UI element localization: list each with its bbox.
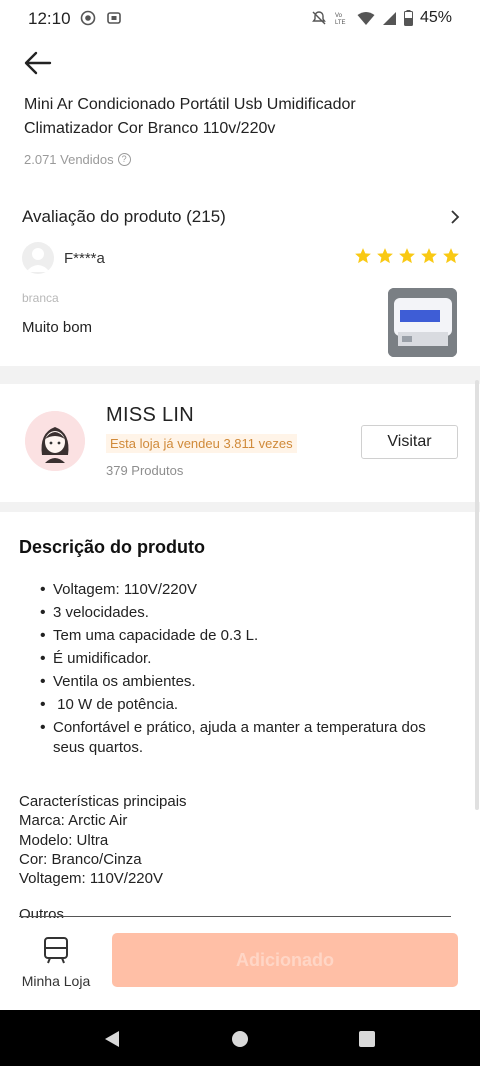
store-name: MISS LIN — [106, 404, 194, 426]
list-item: Voltagem: 110V/220V — [40, 580, 450, 600]
store-card: MISS LIN Esta loja já vendeu 3.811 vezes… — [0, 384, 480, 502]
star-icon — [355, 248, 371, 264]
reviewer-name: F****a — [64, 249, 105, 267]
scrollbar[interactable] — [475, 380, 479, 810]
wifi-icon — [357, 11, 375, 25]
volte-icon: VoLTE — [335, 13, 346, 26]
added-button[interactable]: Adicionado — [112, 933, 458, 987]
sold-count-text: 2.071 Vendidos — [24, 152, 114, 167]
mute-icon — [312, 11, 326, 25]
svg-text:LTE: LTE — [335, 20, 346, 26]
system-nav-bar — [0, 1010, 480, 1066]
reviews-title: Avaliação do produto (215) — [22, 207, 226, 226]
reviews-header[interactable]: Avaliação do produto (215) — [22, 204, 462, 230]
list-item: Tem uma capacidade de 0.3 L. — [40, 626, 450, 646]
star-icon — [443, 248, 459, 264]
feature-line: Cor: Branco/Cinza — [19, 850, 142, 868]
divider — [19, 916, 451, 917]
review-variant: branca — [22, 291, 59, 305]
review-photo[interactable] — [388, 288, 457, 357]
signal-icon — [382, 11, 396, 25]
store-icon — [44, 937, 68, 964]
user-icon — [26, 248, 50, 272]
features-heading: Características principais — [19, 793, 187, 810]
status-bar: 12:10 Vo LTE 45% — [0, 0, 480, 36]
cast-icon — [107, 12, 121, 24]
nav-recents-icon[interactable] — [359, 1031, 375, 1047]
feature-line: Modelo: Ultra — [19, 831, 109, 849]
back-button[interactable] — [20, 46, 56, 82]
visit-store-button[interactable]: Visitar — [361, 425, 458, 459]
list-item: 10 W de potência. — [40, 695, 450, 715]
arrow-left-icon — [24, 51, 52, 75]
reviewer-row: F****a — [22, 241, 460, 275]
review-photo-image — [388, 288, 457, 357]
my-store-label: Minha Loja — [21, 973, 91, 989]
sold-count: 2.071 Vendidos ? — [24, 152, 131, 167]
list-item: Ventila os ambientes. — [40, 672, 450, 692]
product-title: Mini Ar Condicionado Portátil Usb Umidif… — [24, 96, 356, 137]
list-item: 3 velocidades. — [40, 603, 450, 623]
list-item: Confortável e prático, ajuda a manter a … — [40, 718, 450, 758]
feature-line: Voltagem: 110V/220V — [19, 870, 163, 888]
list-item: É umidificador. — [40, 649, 450, 669]
store-sales-badge: Esta loja já vendeu 3.811 vezes — [106, 434, 297, 453]
status-time: 12:10 — [28, 9, 71, 28]
rating-stars — [354, 247, 460, 265]
section-divider — [0, 502, 480, 512]
review-comment: Muito bom — [22, 319, 93, 336]
store-logo-icon — [25, 411, 85, 471]
reviewer-avatar — [22, 242, 54, 274]
description-title: Descrição do produto — [19, 537, 206, 557]
star-icon — [377, 248, 393, 264]
svg-text:Vo: Vo — [335, 13, 343, 19]
battery-icon — [403, 10, 413, 26]
chevron-right-icon — [451, 210, 460, 224]
section-divider — [0, 366, 480, 384]
screen-record-icon — [80, 10, 96, 26]
help-icon[interactable]: ? — [117, 153, 131, 166]
store-avatar[interactable] — [25, 411, 85, 471]
main-features: Características principais Marca: Arctic… — [19, 792, 187, 888]
description-bullets: Voltagem: 110V/220V 3 velocidades. Tem u… — [40, 580, 450, 761]
store-product-count: 379 Produtos — [106, 463, 184, 478]
star-icon — [399, 248, 415, 264]
battery-percent: 45% — [419, 9, 452, 26]
my-store-button[interactable]: Minha Loja — [18, 936, 94, 989]
bottom-action-bar: Minha Loja Adicionado — [0, 918, 480, 1010]
feature-line: Marca: Arctic Air — [19, 812, 128, 830]
star-icon — [421, 248, 437, 264]
nav-home-icon[interactable] — [232, 1031, 248, 1047]
nav-back-icon[interactable] — [104, 1030, 120, 1048]
